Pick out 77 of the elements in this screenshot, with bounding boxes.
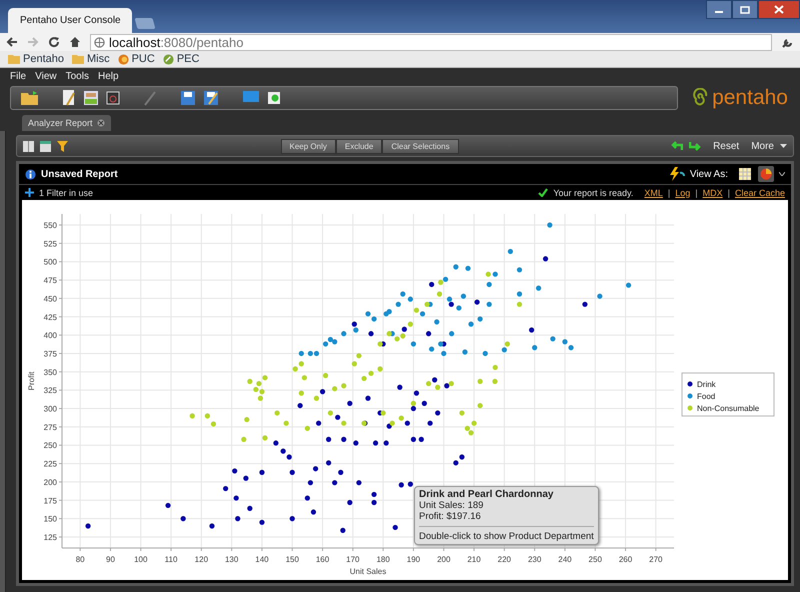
tooltip-line: Unit Sales: 189 (419, 500, 484, 511)
menu-item[interactable]: Tools (66, 70, 89, 82)
x-tick-label: 210 (467, 555, 481, 564)
y-tick-label: 400 (44, 331, 57, 340)
separator: | (695, 188, 698, 198)
y-tick-label: 225 (44, 460, 57, 469)
filter-summary[interactable]: 1 Filter in use (39, 188, 94, 198)
report-title: Unsaved Report (41, 168, 118, 180)
legend-label: Food (697, 392, 716, 401)
y-tick-label: 175 (44, 496, 57, 506)
y-tick-label: 425 (44, 312, 57, 322)
x-tick-label: 160 (316, 555, 330, 564)
logo-text: pentaho (712, 86, 788, 110)
x-tick-label: 100 (134, 555, 148, 564)
x-tick-label: 220 (498, 555, 512, 564)
x-tick-label: 130 (224, 555, 238, 564)
x-tick-label: 170 (346, 555, 360, 564)
x-tick-label: 200 (437, 555, 450, 564)
address-bar[interactable]: localhost:8080/pentaho (90, 34, 772, 50)
x-tick-label: 190 (406, 555, 420, 564)
x-tick-label: 80 (76, 555, 85, 564)
x-tick-label: 180 (376, 555, 390, 564)
reset-button[interactable]: Reset (713, 140, 740, 152)
x-tick-label: 250 (588, 555, 602, 564)
separator: | (728, 188, 730, 198)
toolbar-button[interactable]: Exclude (336, 138, 382, 154)
x-tick-label: 270 (649, 555, 662, 564)
y-tick-label: 250 (44, 441, 57, 450)
more-menu[interactable]: More (751, 140, 774, 152)
browser-tab[interactable]: Pentaho User Console (8, 8, 132, 33)
report-link[interactable]: Log (675, 188, 690, 198)
report-link[interactable]: MDX (702, 188, 723, 198)
y-tick-label: 150 (44, 514, 57, 524)
y-tick-label: 450 (44, 294, 57, 304)
menu-item[interactable]: File (10, 70, 26, 82)
x-axis-title: Unit Sales (350, 567, 386, 576)
report-link[interactable]: XML (644, 188, 663, 198)
tooltip-hint: Double-click to show Product Department (419, 526, 594, 542)
report-tab[interactable]: Analyzer Report (22, 115, 111, 131)
y-tick-label: 350 (44, 368, 57, 377)
y-tick-label: 550 (44, 221, 57, 230)
y-tick-label: 125 (44, 533, 57, 542)
menu-item[interactable]: View (35, 70, 57, 82)
menu-item[interactable]: Help (98, 70, 119, 82)
legend-label: Non-Consumable (697, 404, 760, 413)
y-tick-label: 525 (44, 239, 57, 248)
tooltip-title: Drink and Pearl Chardonnay (419, 489, 554, 500)
x-tick-label: 110 (164, 555, 178, 564)
status-text: Your report is ready. (553, 188, 634, 198)
y-tick-label: 200 (44, 478, 57, 487)
toolbar-button[interactable]: Clear Selections (382, 138, 459, 154)
bookmark[interactable]: Pentaho (8, 53, 64, 65)
bookmark[interactable]: Misc (72, 53, 110, 65)
x-tick-label: 140 (255, 555, 269, 564)
y-tick-label: 325 (44, 386, 57, 396)
y-axis-title: Profit (27, 372, 36, 390)
x-tick-label: 90 (106, 555, 115, 564)
tooltip-line: Profit: $197.16 (419, 511, 482, 522)
y-tick-label: 375 (44, 349, 57, 358)
toolbar-button[interactable]: Keep Only (280, 138, 336, 154)
y-tick-label: 300 (44, 404, 57, 414)
x-tick-label: 150 (286, 555, 299, 564)
x-tick-label: 260 (618, 555, 632, 564)
y-tick-label: 475 (44, 276, 57, 286)
bookmark[interactable]: PUC (118, 53, 155, 65)
bookmark[interactable]: PEC (162, 53, 200, 65)
x-tick-label: 240 (558, 555, 572, 564)
legend-label: Drink (697, 380, 716, 389)
y-tick-label: 500 (44, 258, 57, 267)
report-link[interactable]: Clear Cache (734, 188, 785, 198)
separator: | (668, 188, 670, 198)
view-as-label: View As: (690, 168, 728, 180)
y-tick-label: 275 (44, 422, 57, 432)
tab-title: Pentaho User Console (20, 15, 121, 26)
url-text: localhost:8080/pentaho (109, 34, 244, 50)
x-tick-label: 120 (194, 555, 208, 564)
x-tick-label: 230 (528, 555, 542, 564)
